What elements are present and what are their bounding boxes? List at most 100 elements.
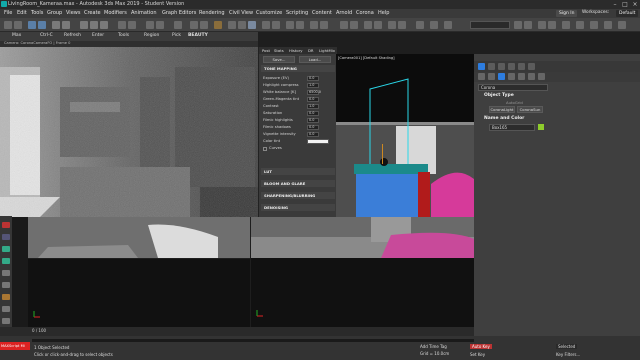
align-icon[interactable] <box>156 21 164 29</box>
tool-icon-d[interactable] <box>2 258 10 264</box>
color-tint-swatch[interactable] <box>307 139 329 144</box>
tab-lightmix[interactable]: LightMix <box>319 48 335 53</box>
named-selection-input[interactable] <box>470 21 510 29</box>
systems-icon[interactable] <box>538 73 545 80</box>
sharpening-header[interactable]: SHARPENING/BLURRING <box>261 192 335 199</box>
sign-in-button[interactable]: Sign In <box>556 10 578 17</box>
render-icon[interactable] <box>248 21 256 29</box>
maxscript-listener[interactable]: MAXScript Mi <box>0 342 30 350</box>
snap-icon[interactable] <box>118 21 126 29</box>
tool-icon-f[interactable] <box>2 282 10 288</box>
motion-tab-icon[interactable] <box>508 63 515 70</box>
toolbar-icon-r[interactable] <box>538 21 546 29</box>
toolbar-icon-g[interactable] <box>340 21 348 29</box>
maximize-icon[interactable]: □ <box>620 0 630 9</box>
menu-content[interactable]: Content <box>312 10 332 16</box>
category-dropdown[interactable]: Corona <box>478 84 548 91</box>
spacewarps-icon[interactable] <box>528 73 535 80</box>
setkey-button[interactable]: Set Key <box>470 352 485 357</box>
curve-editor-icon[interactable] <box>190 21 198 29</box>
menu-scripting[interactable]: Scripting <box>286 10 308 16</box>
param-value[interactable]: 0.0 <box>307 111 319 116</box>
render-frame-icon[interactable] <box>238 21 246 29</box>
menu-arnold[interactable]: Arnold <box>336 10 352 16</box>
toolbar-icon-o[interactable] <box>444 21 452 29</box>
load-button[interactable]: Load... <box>299 56 331 63</box>
tool-icon-e[interactable] <box>2 270 10 276</box>
param-value[interactable]: 6500.0 <box>307 90 321 95</box>
toolbar-icon-v[interactable] <box>590 21 598 29</box>
menu-create[interactable]: Create <box>84 10 101 16</box>
shapes-icon[interactable] <box>488 73 495 80</box>
redo-icon[interactable] <box>14 21 22 29</box>
move-icon[interactable] <box>80 21 88 29</box>
tab-stats[interactable]: Stats <box>274 48 284 53</box>
utilities-tab-icon[interactable] <box>528 63 535 70</box>
menu-edit[interactable]: Edit <box>17 10 27 16</box>
toolbar-icon-m[interactable] <box>416 21 424 29</box>
toolbar-icon-u[interactable] <box>576 21 584 29</box>
toolbar-icon-c[interactable] <box>286 21 294 29</box>
fb-pick-button[interactable]: Pick <box>172 33 181 38</box>
tool-icon-i[interactable] <box>2 318 10 324</box>
toolbar-icon-b[interactable] <box>272 21 280 29</box>
workspace-select[interactable]: Default <box>616 10 638 17</box>
menu-rendering[interactable]: Rendering <box>199 10 225 16</box>
menu-help[interactable]: Help <box>378 10 389 16</box>
toolbar-icon-q[interactable] <box>524 21 532 29</box>
front-viewport[interactable] <box>28 259 250 327</box>
menu-file[interactable]: File <box>4 10 12 16</box>
param-value[interactable]: 0.0 <box>307 132 319 137</box>
toolbar-icon-t[interactable] <box>562 21 570 29</box>
menu-animation[interactable]: Animation <box>131 10 157 16</box>
menu-group[interactable]: Group <box>47 10 62 16</box>
toolbar-icon-j[interactable] <box>374 21 382 29</box>
toolbar-icon-i[interactable] <box>364 21 372 29</box>
unlink-icon[interactable] <box>38 21 46 29</box>
param-value[interactable]: 0.0 <box>307 125 319 130</box>
fb-refresh-button[interactable]: Refresh <box>64 33 81 38</box>
tool-icon-h[interactable] <box>2 306 10 312</box>
toolbar-icon-n[interactable] <box>430 21 438 29</box>
menu-customize[interactable]: Customize <box>256 10 282 16</box>
toolbar-icon-a[interactable] <box>262 21 270 29</box>
geometry-icon[interactable] <box>478 73 485 80</box>
helpers-icon[interactable] <box>518 73 525 80</box>
mirror-icon[interactable] <box>146 21 154 29</box>
link-icon[interactable] <box>28 21 36 29</box>
tool-icon-a[interactable] <box>2 222 10 228</box>
rotate-icon[interactable] <box>90 21 98 29</box>
param-value[interactable]: 1.0 <box>307 104 319 109</box>
object-name-input[interactable]: Box165 <box>489 124 535 131</box>
save-button[interactable]: Save... <box>263 56 295 63</box>
display-tab-icon[interactable] <box>518 63 525 70</box>
param-value[interactable]: 0.0 <box>307 76 319 81</box>
modify-tab-icon[interactable] <box>488 63 495 70</box>
key-filters-button[interactable]: Key Filters... <box>556 352 580 357</box>
autokey-button[interactable]: Auto Key <box>470 344 492 349</box>
menu-modifiers[interactable]: Modifiers <box>104 10 127 16</box>
hierarchy-tab-icon[interactable] <box>498 63 505 70</box>
tab-post[interactable]: Post <box>262 48 270 53</box>
cameras-icon[interactable] <box>508 73 515 80</box>
toolbar-icon-s[interactable] <box>548 21 556 29</box>
minimize-icon[interactable]: – <box>610 0 620 9</box>
lut-header[interactable]: LUT <box>261 168 335 175</box>
toolbar-icon-p[interactable] <box>514 21 522 29</box>
tool-icon-c[interactable] <box>2 246 10 252</box>
material-editor-icon[interactable] <box>214 21 222 29</box>
layer-icon[interactable] <box>174 21 182 29</box>
schematic-icon[interactable] <box>200 21 208 29</box>
tab-history[interactable]: History <box>289 48 303 53</box>
undo-icon[interactable] <box>4 21 12 29</box>
fb-region-button[interactable]: Region <box>144 33 159 38</box>
toolbar-icon-e[interactable] <box>310 21 318 29</box>
select-region-icon[interactable] <box>62 21 70 29</box>
param-value[interactable]: 0.0 <box>307 118 319 123</box>
toolbar-icon-w[interactable] <box>604 21 612 29</box>
render-setup-icon[interactable] <box>228 21 236 29</box>
menu-civil-view[interactable]: Civil View <box>229 10 253 16</box>
toolbar-icon-d[interactable] <box>296 21 304 29</box>
toolbar-icon-x[interactable] <box>618 21 626 29</box>
left-viewport[interactable] <box>251 217 474 258</box>
